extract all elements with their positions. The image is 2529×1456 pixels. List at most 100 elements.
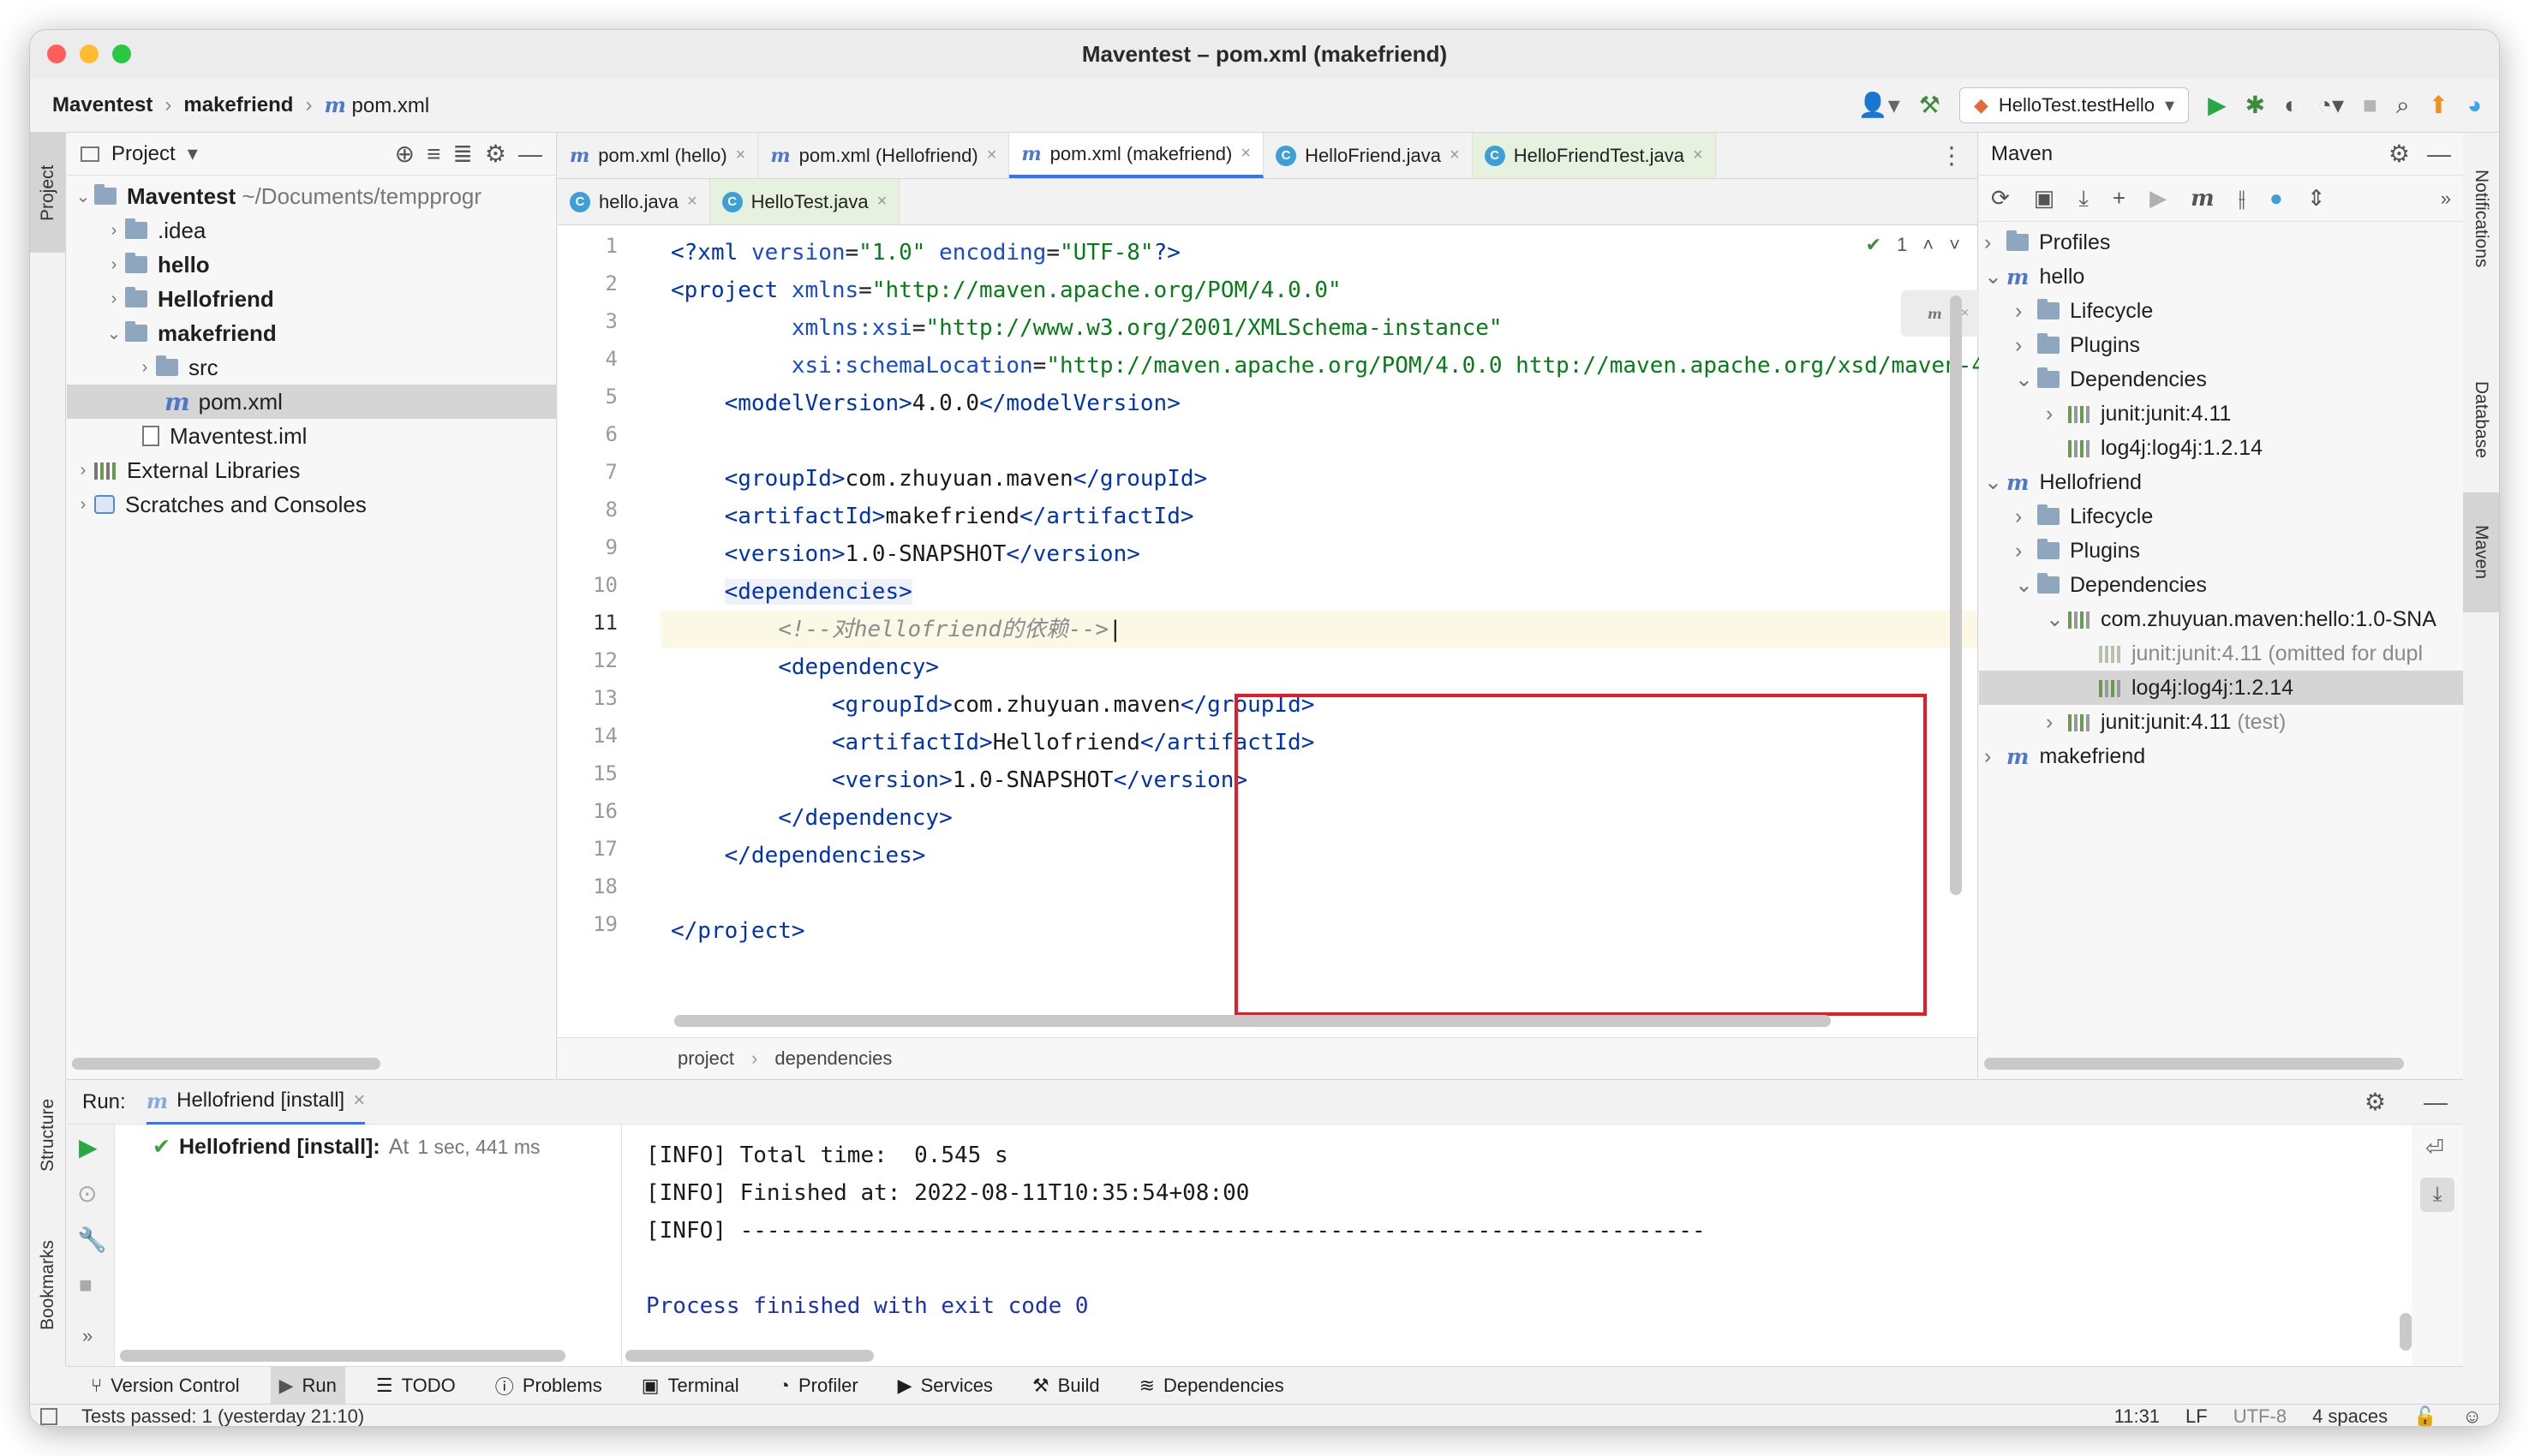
maven-item-dependencies[interactable]: ⌄ Dependencies	[1979, 362, 2463, 397]
tab-hello-java[interactable]: Chello.java ×	[558, 179, 710, 224]
jetbrains-logo-icon[interactable]: ◕	[2467, 93, 2482, 117]
more-icon[interactable]: »	[2441, 188, 2451, 210]
tab-pom-hello[interactable]: m pom.xml (hello) ×	[558, 133, 759, 178]
build-hammer-icon[interactable]: ⚒	[1919, 93, 1940, 117]
close-icon[interactable]: ×	[877, 192, 888, 212]
maven-item-log4j[interactable]: log4j:log4j:1.2.14	[1979, 431, 2463, 465]
chevron-down-icon[interactable]: ▾	[188, 141, 198, 166]
tab-pom-hellofriend[interactable]: m pom.xml (Hellofriend) ×	[758, 133, 1010, 178]
skip-tests-icon[interactable]: ●	[2269, 185, 2283, 212]
download-icon[interactable]: ⤓	[2078, 185, 2089, 212]
maven-item-log4j-selected[interactable]: log4j:log4j:1.2.14	[1979, 671, 2463, 705]
tree-item-maventest-iml[interactable]: Maventest.iml	[67, 419, 556, 453]
project-scrollbar[interactable]	[72, 1058, 380, 1070]
chevron-down-icon[interactable]: ⌄	[2015, 572, 2037, 598]
crumb-file[interactable]: m pom.xml	[324, 92, 429, 118]
close-icon[interactable]: ×	[736, 146, 746, 165]
chevron-right-icon[interactable]: ›	[2015, 504, 2037, 529]
zoom-window-button[interactable]	[112, 45, 131, 63]
tree-item-hellofriend[interactable]: › Hellofriend	[67, 282, 556, 316]
tab-hellotest-java[interactable]: C HelloTest.java ×	[709, 179, 900, 224]
maven-item-makefriend[interactable]: › m makefriend	[1979, 739, 2463, 773]
close-icon[interactable]: ×	[1241, 144, 1251, 164]
search-icon[interactable]: ⌕	[2396, 93, 2410, 117]
hide-icon[interactable]: —	[518, 141, 542, 166]
add-project-icon[interactable]: ▣	[2034, 185, 2055, 212]
maven-item-junit[interactable]: › junit:junit:4.11	[1979, 397, 2463, 431]
run-configuration-select[interactable]: ◆ HelloTest.testHello ▾	[1958, 87, 2190, 123]
database-tool-tab[interactable]: Database	[2462, 347, 2499, 492]
chevron-down-icon[interactable]: ⌄	[72, 186, 94, 207]
maven-item-hello[interactable]: ⌄ m hello	[1979, 260, 2463, 294]
chevron-right-icon[interactable]: ›	[2015, 299, 2037, 324]
profile-icon[interactable]: ◔▾	[2317, 93, 2344, 117]
crumb-project-tag[interactable]: project	[678, 1047, 734, 1070]
chevron-right-icon[interactable]: ›	[103, 221, 125, 241]
debug-icon[interactable]: ✱	[2245, 93, 2265, 117]
inspector-icon[interactable]: ☺	[2463, 1405, 2482, 1427]
gear-icon[interactable]: ⚙	[2365, 1089, 2386, 1114]
tab-todo[interactable]: ☰ TODO	[368, 1367, 464, 1405]
console-horizontal-scrollbar[interactable]	[625, 1350, 874, 1362]
close-window-button[interactable]	[47, 45, 66, 63]
close-icon[interactable]: ×	[1693, 146, 1703, 165]
gear-icon[interactable]: ⚙	[485, 141, 506, 166]
maven-reload-icon[interactable]: m	[1928, 306, 1942, 322]
maven-item-hello-dependency[interactable]: ⌄ com.zhuyuan.maven:hello:1.0-SNA	[1979, 602, 2463, 636]
editor-horizontal-scrollbar[interactable]	[674, 1015, 1831, 1027]
hide-icon[interactable]: —	[2427, 141, 2451, 166]
chevron-up-icon[interactable]: ˄	[1922, 234, 1934, 256]
editor-vertical-scrollbar[interactable]	[1950, 295, 1962, 895]
run-tree-item[interactable]: ✔ Hellofriend [install]: At 1 sec, 441 m…	[152, 1128, 541, 1166]
reload-icon[interactable]: ⟳	[1991, 185, 2010, 212]
minimize-window-button[interactable]	[80, 45, 99, 63]
tab-problems[interactable]: ⓘ Problems	[487, 1367, 611, 1405]
toggle-view-icon[interactable]: ⊙	[77, 1179, 97, 1208]
console-output[interactable]: [INFO] Total time: 0.545 s [INFO] Finish…	[622, 1125, 2412, 1367]
tree-item-pom-xml[interactable]: m pom.xml	[67, 385, 556, 419]
tree-item-src[interactable]: › src	[67, 350, 556, 385]
run-icon[interactable]: ▶	[2149, 185, 2167, 212]
maven-item-lifecycle[interactable]: › Lifecycle	[1979, 294, 2463, 328]
close-icon[interactable]: ×	[687, 192, 697, 212]
tab-hellofriend-java[interactable]: C HelloFriend.java ×	[1264, 133, 1473, 178]
chevron-down-icon[interactable]: ⌄	[2015, 367, 2037, 392]
user-icon[interactable]: 👤▾	[1858, 93, 1900, 117]
chevron-right-icon[interactable]: ›	[2046, 402, 2068, 427]
tab-terminal[interactable]: ▣ Terminal	[633, 1367, 748, 1405]
lock-icon[interactable]: 🔓	[2413, 1405, 2436, 1427]
tree-item-external-libraries[interactable]: › External Libraries	[67, 453, 556, 487]
close-icon[interactable]: ×	[987, 146, 997, 165]
tab-version-control[interactable]: ⑂ Version Control	[82, 1367, 248, 1405]
bookmarks-tool-tab[interactable]: Bookmarks	[30, 1212, 66, 1358]
stop-icon[interactable]: ■	[79, 1272, 93, 1298]
indent-setting[interactable]: 4 spaces	[2312, 1405, 2388, 1427]
chevron-down-icon[interactable]: ⌄	[1984, 469, 2006, 495]
status-panel-icon[interactable]	[40, 1407, 57, 1425]
more-icon[interactable]: »	[82, 1325, 93, 1347]
close-icon[interactable]: ×	[1450, 146, 1460, 165]
caret-position[interactable]: 11:31	[2114, 1405, 2160, 1427]
tab-pom-makefriend[interactable]: m pom.xml (makefriend) ×	[1009, 133, 1264, 178]
chevron-right-icon[interactable]: ›	[2015, 539, 2037, 564]
expand-all-icon[interactable]: ≡	[427, 141, 440, 166]
soft-wrap-icon[interactable]: ⏎	[2425, 1135, 2444, 1161]
gear-icon[interactable]: ⚙	[2388, 141, 2410, 166]
tree-item-hello[interactable]: › hello	[67, 248, 556, 282]
stop-icon[interactable]: ■	[2363, 93, 2377, 117]
maven-tool-tab[interactable]: Maven	[2462, 492, 2499, 612]
wrench-icon[interactable]: 🔧	[77, 1226, 107, 1254]
chevron-down-icon[interactable]: ˅	[1949, 234, 1960, 256]
tree-item-maventest[interactable]: ⌄ Maventest ~/Documents/tempprogr	[67, 179, 556, 213]
chevron-right-icon[interactable]: ›	[1984, 744, 2006, 769]
more-tabs-icon[interactable]: ⋮	[1926, 133, 1977, 178]
collapse-all-icon[interactable]: ⇕	[2307, 185, 2326, 212]
maven-item-plugins[interactable]: › Plugins	[1979, 328, 2463, 362]
maven-item-hellofriend[interactable]: ⌄ m Hellofriend	[1979, 465, 2463, 499]
chevron-right-icon[interactable]: ›	[1984, 230, 2006, 255]
structure-tool-tab[interactable]: Structure	[30, 1075, 66, 1195]
inspection-widget[interactable]: ✔ 1 ˄ ˅	[1866, 234, 1960, 256]
crumb-dependencies-tag[interactable]: dependencies	[774, 1047, 892, 1070]
hide-icon[interactable]: —	[2424, 1089, 2448, 1114]
tab-dependencies[interactable]: ≋ Dependencies	[1131, 1367, 1293, 1405]
